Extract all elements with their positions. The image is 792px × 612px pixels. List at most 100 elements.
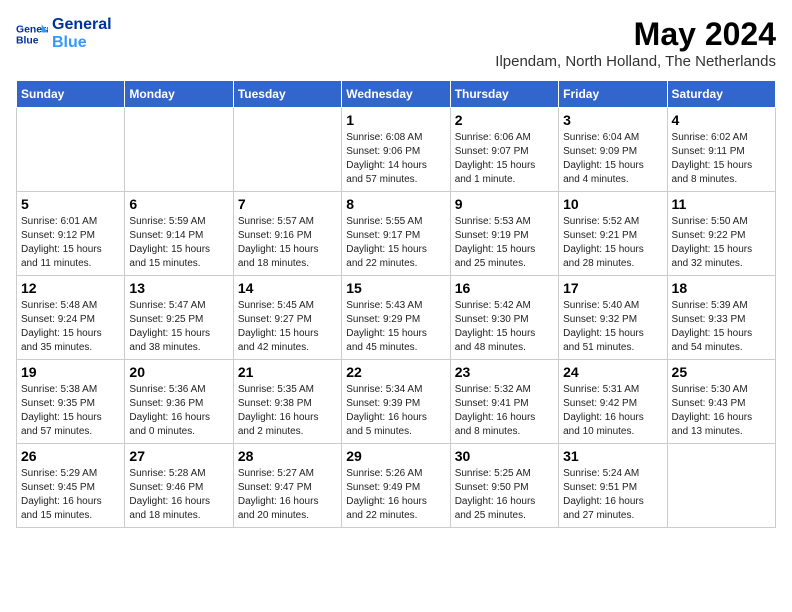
day-number: 10 [563, 196, 662, 212]
day-number: 31 [563, 448, 662, 464]
day-number: 29 [346, 448, 445, 464]
logo-text-line1: General [52, 16, 112, 34]
calendar-cell-0-4: 2 Sunrise: 6:06 AM Sunset: 9:07 PM Daylig… [450, 108, 558, 192]
day-info: Sunrise: 5:25 AM Sunset: 9:50 PM Dayligh… [455, 467, 554, 523]
day-number: 11 [672, 196, 771, 212]
calendar-cell-3-2: 21 Sunrise: 5:35 AM Sunset: 9:38 PM Dayli… [233, 360, 341, 444]
calendar-cell-0-5: 3Sunrise: 6:04 AM Sunset: 9:09 PM Daylig… [559, 108, 667, 192]
day-number: 14 [238, 280, 337, 296]
day-number: 21 [238, 364, 337, 380]
day-number: 8 [346, 196, 445, 212]
calendar-body: 1 Sunrise: 6:08 AM Sunset: 9:06 PM Daylig… [17, 108, 776, 528]
day-number: 30 [455, 448, 554, 464]
calendar-cell-4-3: 29Sunrise: 5:26 AM Sunset: 9:49 PM Dayli… [342, 444, 450, 528]
calendar-cell-0-2 [233, 108, 341, 192]
calendar-header-row: SundayMondayTuesdayWednesdayThursdayFrid… [17, 81, 776, 108]
day-number: 26 [21, 448, 120, 464]
day-info: Sunrise: 5:28 AM Sunset: 9:46 PM Dayligh… [129, 467, 228, 523]
calendar-cell-2-3: 15 Sunrise: 5:43 AM Sunset: 9:29 PM Dayli… [342, 276, 450, 360]
day-info: Sunrise: 5:30 AM Sunset: 9:43 PM Dayligh… [672, 383, 771, 439]
calendar-cell-3-1: 20 Sunrise: 5:36 AM Sunset: 9:36 PM Dayli… [125, 360, 233, 444]
calendar-cell-4-4: 30 Sunrise: 5:25 AM Sunset: 9:50 PM Dayli… [450, 444, 558, 528]
day-info: Sunrise: 5:59 AM Sunset: 9:14 PM Dayligh… [129, 215, 228, 271]
day-header-sunday: Sunday [17, 81, 125, 108]
calendar-cell-2-6: 18Sunrise: 5:39 AM Sunset: 9:33 PM Dayli… [667, 276, 775, 360]
day-header-thursday: Thursday [450, 81, 558, 108]
day-info: Sunrise: 6:02 AM Sunset: 9:11 PM Dayligh… [672, 131, 771, 187]
day-header-friday: Friday [559, 81, 667, 108]
day-info: Sunrise: 5:45 AM Sunset: 9:27 PM Dayligh… [238, 299, 337, 355]
calendar-cell-4-6 [667, 444, 775, 528]
day-number: 15 [346, 280, 445, 296]
day-info: Sunrise: 5:38 AM Sunset: 9:35 PM Dayligh… [21, 383, 120, 439]
day-info: Sunrise: 5:50 AM Sunset: 9:22 PM Dayligh… [672, 215, 771, 271]
week-row-1: 5 Sunrise: 6:01 AM Sunset: 9:12 PM Daylig… [17, 192, 776, 276]
day-info: Sunrise: 5:43 AM Sunset: 9:29 PM Dayligh… [346, 299, 445, 355]
calendar-cell-0-3: 1 Sunrise: 6:08 AM Sunset: 9:06 PM Daylig… [342, 108, 450, 192]
day-info: Sunrise: 5:29 AM Sunset: 9:45 PM Dayligh… [21, 467, 120, 523]
day-info: Sunrise: 6:01 AM Sunset: 9:12 PM Dayligh… [21, 215, 120, 271]
day-info: Sunrise: 5:52 AM Sunset: 9:21 PM Dayligh… [563, 215, 662, 271]
calendar-cell-3-4: 23 Sunrise: 5:32 AM Sunset: 9:41 PM Dayli… [450, 360, 558, 444]
day-info: Sunrise: 6:06 AM Sunset: 9:07 PM Dayligh… [455, 131, 554, 187]
day-info: Sunrise: 5:40 AM Sunset: 9:32 PM Dayligh… [563, 299, 662, 355]
week-row-0: 1 Sunrise: 6:08 AM Sunset: 9:06 PM Daylig… [17, 108, 776, 192]
day-number: 2 [455, 112, 554, 128]
calendar-cell-2-5: 17 Sunrise: 5:40 AM Sunset: 9:32 PM Dayli… [559, 276, 667, 360]
day-header-tuesday: Tuesday [233, 81, 341, 108]
day-info: Sunrise: 5:39 AM Sunset: 9:33 PM Dayligh… [672, 299, 771, 355]
logo: General Blue General Blue [16, 16, 112, 51]
calendar-cell-2-4: 16 Sunrise: 5:42 AM Sunset: 9:30 PM Dayli… [450, 276, 558, 360]
calendar-cell-2-2: 14 Sunrise: 5:45 AM Sunset: 9:27 PM Dayli… [233, 276, 341, 360]
day-info: Sunrise: 5:48 AM Sunset: 9:24 PM Dayligh… [21, 299, 120, 355]
day-info: Sunrise: 6:08 AM Sunset: 9:06 PM Dayligh… [346, 131, 445, 187]
day-number: 13 [129, 280, 228, 296]
calendar-cell-0-1 [125, 108, 233, 192]
week-row-3: 19 Sunrise: 5:38 AM Sunset: 9:35 PM Dayli… [17, 360, 776, 444]
day-number: 5 [21, 196, 120, 212]
calendar-cell-3-3: 22Sunrise: 5:34 AM Sunset: 9:39 PM Dayli… [342, 360, 450, 444]
day-number: 20 [129, 364, 228, 380]
day-info: Sunrise: 5:34 AM Sunset: 9:39 PM Dayligh… [346, 383, 445, 439]
calendar-cell-1-4: 9 Sunrise: 5:53 AM Sunset: 9:19 PM Daylig… [450, 192, 558, 276]
day-number: 16 [455, 280, 554, 296]
calendar-cell-4-5: 31Sunrise: 5:24 AM Sunset: 9:51 PM Dayli… [559, 444, 667, 528]
day-number: 9 [455, 196, 554, 212]
day-number: 1 [346, 112, 445, 128]
day-number: 17 [563, 280, 662, 296]
day-info: Sunrise: 5:32 AM Sunset: 9:41 PM Dayligh… [455, 383, 554, 439]
day-number: 25 [672, 364, 771, 380]
calendar-cell-4-0: 26 Sunrise: 5:29 AM Sunset: 9:45 PM Dayli… [17, 444, 125, 528]
day-info: Sunrise: 5:36 AM Sunset: 9:36 PM Dayligh… [129, 383, 228, 439]
day-info: Sunrise: 5:55 AM Sunset: 9:17 PM Dayligh… [346, 215, 445, 271]
day-number: 23 [455, 364, 554, 380]
calendar-cell-4-2: 28Sunrise: 5:27 AM Sunset: 9:47 PM Dayli… [233, 444, 341, 528]
week-row-2: 12 Sunrise: 5:48 AM Sunset: 9:24 PM Dayli… [17, 276, 776, 360]
calendar-cell-1-1: 6 Sunrise: 5:59 AM Sunset: 9:14 PM Daylig… [125, 192, 233, 276]
day-number: 6 [129, 196, 228, 212]
day-header-monday: Monday [125, 81, 233, 108]
calendar-cell-3-0: 19 Sunrise: 5:38 AM Sunset: 9:35 PM Dayli… [17, 360, 125, 444]
day-info: Sunrise: 5:42 AM Sunset: 9:30 PM Dayligh… [455, 299, 554, 355]
day-number: 3 [563, 112, 662, 128]
day-number: 19 [21, 364, 120, 380]
day-info: Sunrise: 5:53 AM Sunset: 9:19 PM Dayligh… [455, 215, 554, 271]
day-number: 28 [238, 448, 337, 464]
calendar-cell-2-1: 13 Sunrise: 5:47 AM Sunset: 9:25 PM Dayli… [125, 276, 233, 360]
calendar-cell-1-5: 10 Sunrise: 5:52 AM Sunset: 9:21 PM Dayli… [559, 192, 667, 276]
logo-icon: General Blue [16, 18, 48, 50]
main-title: May 2024 [495, 16, 776, 53]
calendar-cell-3-5: 24 Sunrise: 5:31 AM Sunset: 9:42 PM Dayli… [559, 360, 667, 444]
day-number: 7 [238, 196, 337, 212]
week-row-4: 26 Sunrise: 5:29 AM Sunset: 9:45 PM Dayli… [17, 444, 776, 528]
calendar-cell-1-6: 11 Sunrise: 5:50 AM Sunset: 9:22 PM Dayli… [667, 192, 775, 276]
day-number: 4 [672, 112, 771, 128]
day-number: 12 [21, 280, 120, 296]
day-info: Sunrise: 5:47 AM Sunset: 9:25 PM Dayligh… [129, 299, 228, 355]
title-block: May 2024 Ilpendam, North Holland, The Ne… [495, 16, 776, 70]
logo-text-line2: Blue [52, 34, 112, 52]
day-info: Sunrise: 5:35 AM Sunset: 9:38 PM Dayligh… [238, 383, 337, 439]
calendar-cell-1-0: 5 Sunrise: 6:01 AM Sunset: 9:12 PM Daylig… [17, 192, 125, 276]
day-info: Sunrise: 5:31 AM Sunset: 9:42 PM Dayligh… [563, 383, 662, 439]
day-number: 24 [563, 364, 662, 380]
